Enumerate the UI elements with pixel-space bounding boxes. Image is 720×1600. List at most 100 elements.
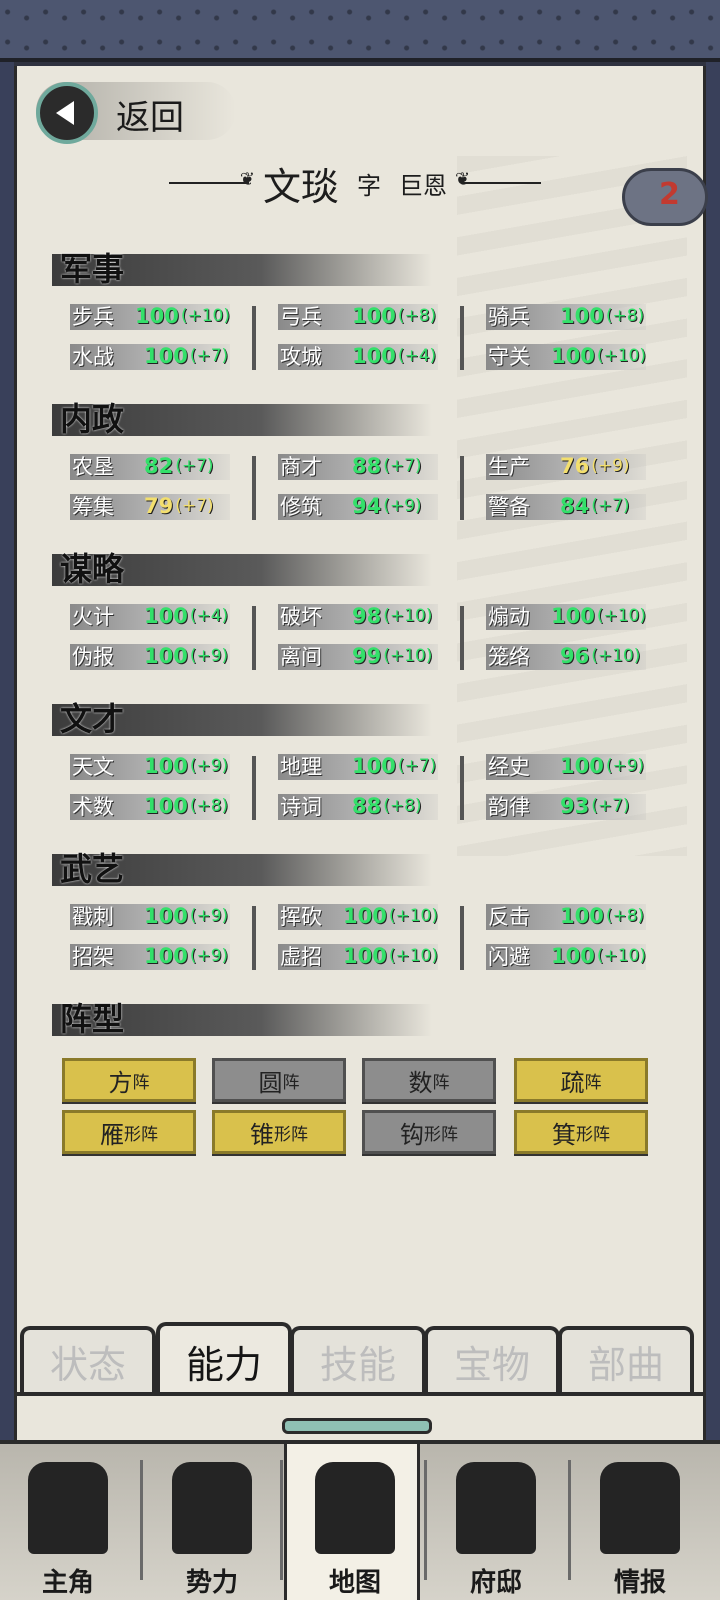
tab-3[interactable]: 宝物 bbox=[424, 1326, 560, 1392]
left-flourish-icon bbox=[168, 169, 255, 190]
stat-item: 筹集 79 (+7) bbox=[70, 490, 230, 522]
stat-label: 生产 bbox=[488, 455, 530, 479]
nav-item-1[interactable]: 势力 bbox=[144, 1444, 280, 1600]
nav-item-4[interactable]: 情报 bbox=[572, 1444, 708, 1600]
stat-bonus: (+7) bbox=[397, 756, 437, 776]
stat-label: 筹集 bbox=[72, 495, 114, 519]
stat-item: 地理 100 (+7) bbox=[278, 750, 438, 782]
stat-value: 94 bbox=[352, 494, 382, 518]
nav-item-2[interactable]: 地图 bbox=[284, 1444, 420, 1600]
stat-item: 诗词 88 (+8) bbox=[278, 790, 438, 822]
tab-4[interactable]: 部曲 bbox=[558, 1326, 694, 1392]
tab-divider bbox=[14, 1392, 706, 1396]
section-title: 内政 bbox=[60, 400, 125, 438]
stat-bonus: (+10) bbox=[596, 946, 646, 966]
formation-button[interactable]: 箕形阵 bbox=[514, 1110, 648, 1154]
stat-value: 98 bbox=[352, 604, 382, 628]
stat-bonus: (+9) bbox=[383, 496, 422, 516]
stat-item: 火计 100 (+4) bbox=[70, 600, 230, 632]
stat-bonus: (+10) bbox=[388, 906, 438, 926]
hero-icon bbox=[28, 1462, 108, 1554]
column-divider bbox=[460, 306, 464, 370]
cloud-badge-icon[interactable]: 2 bbox=[622, 168, 708, 226]
stat-bonus: (+10) bbox=[591, 646, 641, 666]
nav-item-3[interactable]: 府邸 bbox=[428, 1444, 564, 1600]
stat-bonus: (+10) bbox=[180, 306, 230, 326]
stat-value: 88 bbox=[352, 794, 382, 818]
stat-value: 100 bbox=[352, 304, 396, 328]
map-icon bbox=[315, 1462, 395, 1554]
stat-item: 招架 100 (+9) bbox=[70, 940, 230, 972]
stat-item: 伪报 100 (+9) bbox=[70, 640, 230, 672]
stat-label: 煽动 bbox=[488, 605, 530, 629]
formation-name: 锥 bbox=[250, 1120, 274, 1149]
stat-label: 骑兵 bbox=[488, 305, 530, 329]
stat-label: 笼络 bbox=[488, 645, 530, 669]
back-arrow-icon bbox=[36, 82, 98, 144]
stat-value: 100 bbox=[144, 604, 188, 628]
formation-button[interactable]: 方阵 bbox=[62, 1058, 196, 1102]
character-name: 文琰 bbox=[262, 164, 339, 209]
formation-button[interactable]: 钩形阵 bbox=[362, 1110, 496, 1154]
stat-value: 100 bbox=[551, 604, 595, 628]
stat-item: 煽动 100 (+10) bbox=[486, 600, 646, 632]
column-divider bbox=[460, 756, 464, 820]
stat-label: 经史 bbox=[488, 755, 530, 779]
back-label: 返回 bbox=[116, 98, 184, 138]
stat-label: 戳刺 bbox=[72, 905, 114, 929]
formation-suffix: 形阵 bbox=[124, 1124, 158, 1145]
scroll-book-icon bbox=[600, 1462, 680, 1554]
stat-label: 商才 bbox=[280, 455, 322, 479]
formation-name: 方 bbox=[108, 1068, 133, 1097]
stat-item: 修筑 94 (+9) bbox=[278, 490, 438, 522]
formation-button[interactable]: 锥形阵 bbox=[212, 1110, 346, 1154]
section-title: 军事 bbox=[60, 250, 125, 288]
stat-value: 100 bbox=[343, 944, 387, 968]
stat-item: 笼络 96 (+10) bbox=[486, 640, 646, 672]
nav-label: 地图 bbox=[328, 1568, 381, 1598]
stat-item: 经史 100 (+9) bbox=[486, 750, 646, 782]
formation-button[interactable]: 疏阵 bbox=[514, 1058, 648, 1102]
stat-value: 100 bbox=[560, 904, 604, 928]
tab-2[interactable]: 技能 bbox=[290, 1326, 426, 1392]
stat-bonus: (+7) bbox=[175, 496, 214, 516]
nav-separator bbox=[424, 1460, 427, 1580]
stat-item: 商才 88 (+7) bbox=[278, 450, 438, 482]
stat-item: 离间 99 (+10) bbox=[278, 640, 438, 672]
stat-item: 挥砍 100 (+10) bbox=[278, 900, 438, 932]
formation-button[interactable]: 圆阵 bbox=[212, 1058, 346, 1102]
column-divider bbox=[252, 606, 256, 670]
tab-0[interactable]: 状态 bbox=[20, 1326, 156, 1392]
stat-item: 步兵 100 (+10) bbox=[70, 300, 230, 332]
nav-label: 府邸 bbox=[469, 1568, 522, 1598]
stat-item: 虚招 100 (+10) bbox=[278, 940, 438, 972]
stat-bonus: (+9) bbox=[189, 646, 229, 666]
nav-separator bbox=[280, 1460, 283, 1580]
nav-item-0[interactable]: 主角 bbox=[0, 1444, 136, 1600]
stat-item: 反击 100 (+8) bbox=[486, 900, 646, 932]
stat-value: 100 bbox=[144, 904, 188, 928]
stat-bonus: (+8) bbox=[605, 306, 645, 326]
stat-label: 反击 bbox=[488, 905, 530, 929]
back-button[interactable]: 返回 bbox=[36, 82, 236, 144]
stat-label: 术数 bbox=[72, 795, 114, 819]
formation-name: 疏 bbox=[560, 1068, 585, 1097]
stat-value: 100 bbox=[144, 754, 188, 778]
stat-value: 79 bbox=[144, 494, 174, 518]
stat-value: 100 bbox=[144, 944, 188, 968]
active-nav-scroll-icon bbox=[282, 1418, 432, 1434]
formation-suffix: 形阵 bbox=[576, 1124, 610, 1145]
formation-button[interactable]: 雁形阵 bbox=[62, 1110, 196, 1154]
stat-item: 术数 100 (+8) bbox=[70, 790, 230, 822]
formation-button[interactable]: 数阵 bbox=[362, 1058, 496, 1102]
stat-value: 100 bbox=[352, 754, 396, 778]
tab-1[interactable]: 能力 bbox=[156, 1322, 292, 1396]
formation-name: 数 bbox=[408, 1068, 433, 1097]
stat-item: 破坏 98 (+10) bbox=[278, 600, 438, 632]
mansion-icon bbox=[456, 1462, 536, 1554]
stat-bonus: (+10) bbox=[596, 346, 646, 366]
nav-separator bbox=[568, 1460, 571, 1580]
stat-bonus: (+9) bbox=[189, 906, 229, 926]
section-title: 谋略 bbox=[60, 550, 125, 588]
column-divider bbox=[252, 756, 256, 820]
